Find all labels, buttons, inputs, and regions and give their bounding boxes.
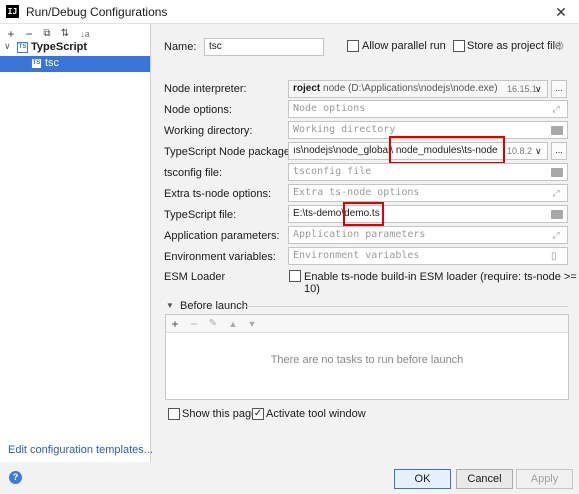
sort-config-button[interactable]: ↓a <box>78 27 92 41</box>
show-page-checkbox[interactable] <box>168 408 180 420</box>
node-interpreter-label: Node interpreter: <box>164 83 247 95</box>
ts-node-package-browse-button[interactable]: ... <box>551 142 567 160</box>
tsconfig-field[interactable]: tsconfig file <box>288 163 568 181</box>
ts-file-field[interactable]: E:\ts-demo\demo.ts <box>288 205 568 223</box>
node-options-placeholder: Node options <box>293 103 366 114</box>
name-field[interactable]: tsc <box>204 38 324 56</box>
title-bar: IJ Run/Debug Configurations ✕ <box>0 0 579 24</box>
node-version: 16.15.1 <box>507 84 538 94</box>
edit-templates-link[interactable]: Edit configuration templates... <box>8 444 153 456</box>
chevron-down-icon: ∨ <box>535 146 542 156</box>
chevron-down-icon[interactable]: ▼ <box>166 301 174 310</box>
store-project-checkbox[interactable] <box>453 40 465 52</box>
working-dir-placeholder: Working directory <box>293 124 396 135</box>
extra-options-placeholder: Extra ts-node options <box>293 187 420 198</box>
remove-task-button[interactable]: − <box>187 317 201 331</box>
expand-icon[interactable]: ⤢ <box>551 104 561 114</box>
add-task-button[interactable]: + <box>168 317 182 331</box>
window-title: Run/Debug Configurations <box>26 5 168 19</box>
app-params-placeholder: Application parameters <box>293 229 426 240</box>
typescript-icon: TS <box>31 58 42 69</box>
chevron-down-icon[interactable]: ∨ <box>4 41 11 52</box>
ts-node-package-prefix: ıs\nodejs\node_global\ <box>293 145 394 156</box>
working-dir-label: Working directory: <box>164 125 253 137</box>
node-interpreter-browse-button[interactable]: ... <box>551 80 567 98</box>
edit-task-button[interactable]: ✎ <box>206 317 220 331</box>
before-launch-header[interactable]: Before launch <box>180 300 248 312</box>
help-icon[interactable]: ? <box>9 471 22 484</box>
move-up-task-button[interactable]: ▲ <box>226 317 240 331</box>
node-options-field[interactable]: Node options ⤢ <box>288 100 568 118</box>
node-options-label: Node options: <box>164 104 232 116</box>
name-label: Name: <box>164 41 197 53</box>
typescript-icon: TS <box>17 42 28 53</box>
ts-file-prefix: E:\ts-demo\ <box>293 208 345 219</box>
chevron-down-icon: ∨ <box>535 84 542 94</box>
expand-icon[interactable]: ⤢ <box>551 230 561 240</box>
esm-checkbox[interactable] <box>289 270 301 282</box>
env-vars-field[interactable]: Environment variables ▯ <box>288 247 568 265</box>
store-project-label: Store as project file <box>467 40 562 52</box>
app-params-label: Application parameters: <box>164 230 280 242</box>
node-interpreter-value: roject <box>293 83 321 94</box>
copy-config-button[interactable]: ⧉ <box>40 27 54 41</box>
esm-label: ESM Loader <box>164 271 226 283</box>
tsconfig-placeholder: tsconfig file <box>293 166 372 177</box>
node-interpreter-select[interactable]: roject node (D:\Applications\nodejs\node… <box>288 80 548 98</box>
ts-file-label: TypeScript file: <box>164 209 237 221</box>
move-config-button[interactable]: ⇅ <box>58 27 72 41</box>
show-page-label: Show this page <box>182 408 258 420</box>
cancel-button[interactable]: Cancel <box>456 469 513 489</box>
ts-node-version: 10.8.2 <box>507 146 533 156</box>
empty-tasks-text: There are no tasks to run before launch <box>270 354 464 366</box>
highlight-annotation <box>343 202 384 226</box>
tree-item-label: tsc <box>45 57 60 69</box>
allow-parallel-checkbox[interactable] <box>347 40 359 52</box>
folder-icon[interactable] <box>551 168 563 177</box>
tsconfig-label: tsconfig file: <box>164 167 223 179</box>
config-tree-panel <box>0 24 151 462</box>
env-vars-placeholder: Environment variables <box>293 250 420 261</box>
close-icon[interactable]: ✕ <box>551 2 571 22</box>
allow-parallel-label: Allow parallel run <box>362 40 446 52</box>
app-logo-icon: IJ <box>6 5 19 18</box>
tree-item-label: TypeScript <box>31 41 88 53</box>
folder-icon[interactable] <box>551 126 563 135</box>
remove-config-button[interactable]: − <box>22 27 36 41</box>
ts-node-package-label: TypeScript Node package: <box>164 146 294 158</box>
expand-icon[interactable]: ⤢ <box>551 188 561 198</box>
esm-checkbox-label: Enable ts-node build-in ESM loader (requ… <box>304 271 577 295</box>
env-vars-label: Environment variables: <box>164 251 276 263</box>
tree-item-tsc[interactable]: TS tsc <box>0 56 150 72</box>
add-config-button[interactable]: + <box>4 27 18 41</box>
ok-button[interactable]: OK <box>394 469 451 489</box>
highlight-annotation <box>389 136 505 164</box>
move-down-task-button[interactable]: ▼ <box>245 317 259 331</box>
apply-button[interactable]: Apply <box>516 469 573 489</box>
folder-icon[interactable] <box>551 210 563 219</box>
tree-item-typescript[interactable]: ∨ TS TypeScript <box>0 40 150 56</box>
settings-gear-icon[interactable]: ⚙ <box>554 39 565 53</box>
activate-tool-checkbox[interactable]: ✓ <box>252 408 264 420</box>
document-icon[interactable]: ▯ <box>551 249 557 264</box>
section-divider <box>246 306 568 307</box>
extra-options-label: Extra ts-node options: <box>164 188 272 200</box>
node-interpreter-path: node (D:\Applications\nodejs\node.exe) <box>323 83 498 94</box>
activate-tool-label: Activate tool window <box>266 408 366 420</box>
extra-options-field[interactable]: Extra ts-node options ⤢ <box>288 184 568 202</box>
app-params-field[interactable]: Application parameters ⤢ <box>288 226 568 244</box>
